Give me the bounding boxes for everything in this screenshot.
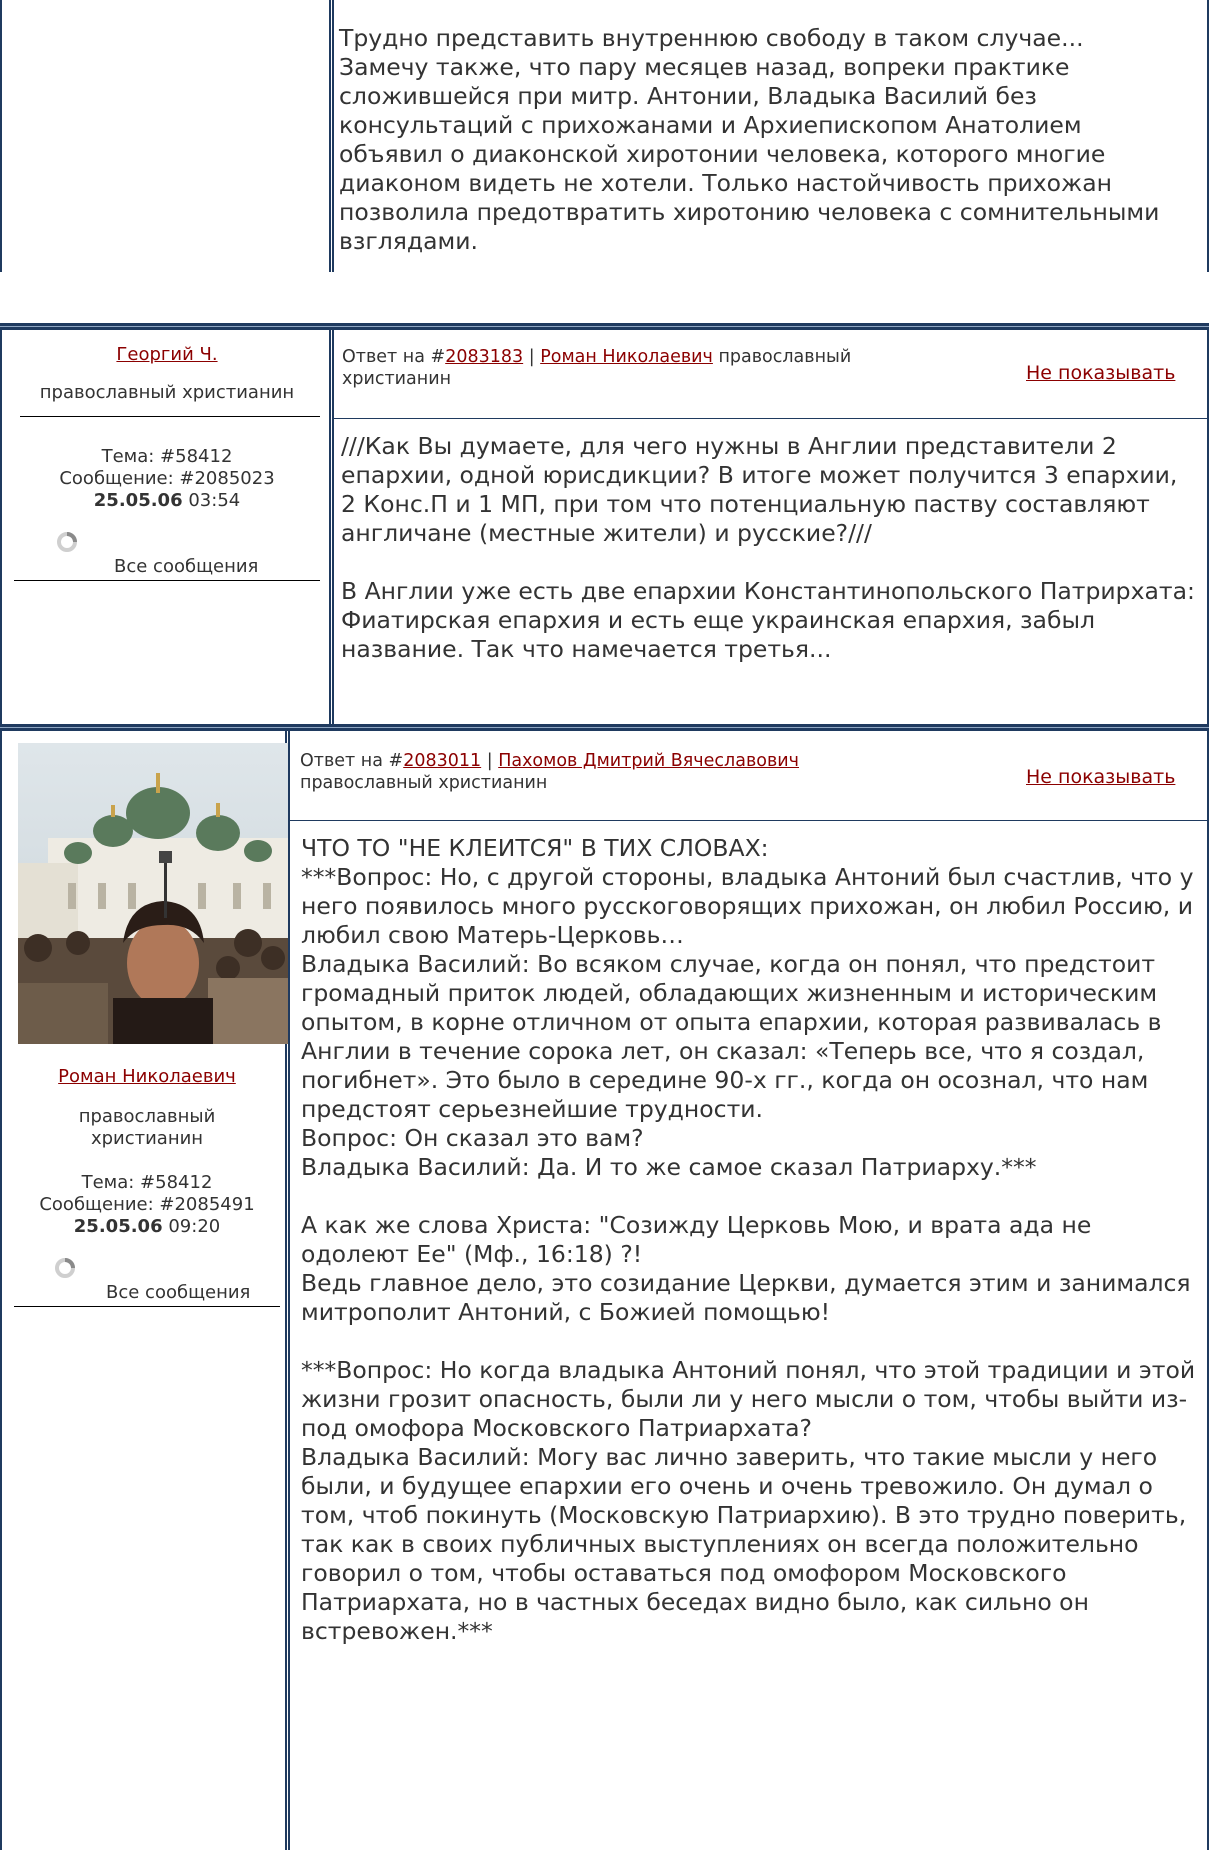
reply-author-link[interactable]: Роман Николаевич	[540, 347, 713, 367]
post-body: ЧТО ТО "НЕ КЛЕИТСЯ" В ТИХ СЛОВАХ: ***Воп…	[301, 834, 1196, 1645]
author-link[interactable]: Георгий Ч.	[12, 344, 322, 366]
hide-post-link[interactable]: Не показывать	[1026, 766, 1175, 788]
all-messages-link[interactable]: Все сообщения	[106, 1282, 250, 1303]
sidebar-underline	[14, 1306, 280, 1307]
column-divider	[329, 0, 334, 272]
reply-prefix: Ответ на #	[300, 751, 404, 771]
post-top-body: Трудно представить внутреннюю свободу в …	[339, 24, 1160, 255]
post-date-time: 03:54	[188, 490, 241, 511]
all-messages-link[interactable]: Все сообщения	[114, 556, 258, 577]
topic-number: Тема: #58412	[101, 446, 233, 467]
message-number: Сообщение: #2085023	[59, 468, 275, 489]
reply-separator: |	[523, 347, 541, 367]
column-divider	[329, 330, 334, 730]
reply-to-link[interactable]: 2083011	[403, 751, 481, 771]
header-divider	[290, 820, 1207, 821]
message-number: Сообщение: #2085491	[39, 1194, 255, 1215]
post-separator	[0, 323, 1209, 330]
reply-author-link[interactable]: Пахомов Дмитрий Вячеславович	[498, 751, 799, 771]
loading-spinner-icon	[57, 532, 77, 552]
topic-number: Тема: #58412	[81, 1172, 213, 1193]
avatar-photo	[18, 743, 288, 1044]
loading-spinner-icon	[55, 1258, 75, 1278]
post-date-day: 25.05.06	[93, 490, 183, 511]
reply-header: Ответ на #2083011 | Пахомов Дмитрий Вяче…	[300, 750, 900, 794]
author-sidebar: Георгий Ч. православный христианин	[12, 344, 322, 404]
header-divider	[334, 418, 1207, 419]
post-date: 25.05.06 09:20	[12, 1216, 282, 1238]
sidebar-underline	[14, 580, 320, 581]
post-meta: Тема: #58412 Сообщение: #2085023 25.05.0…	[12, 446, 322, 512]
reply-prefix: Ответ на #	[342, 347, 446, 367]
post-date-time: 09:20	[168, 1216, 221, 1237]
hide-post-link[interactable]: Не показывать	[1026, 362, 1175, 384]
reply-to-link[interactable]: 2083183	[445, 347, 523, 367]
post-separator	[0, 724, 1209, 731]
reply-separator: |	[481, 751, 499, 771]
reply-author-role: православный христианин	[300, 773, 548, 793]
author-role: православный христианин	[78, 1106, 216, 1149]
author-link[interactable]: Роман Николаевич	[12, 1066, 282, 1088]
post-date: 25.05.06 03:54	[12, 490, 322, 512]
post-meta: Тема: #58412 Сообщение: #2085491 25.05.0…	[12, 1172, 282, 1238]
sidebar-underline	[20, 416, 320, 417]
author-sidebar: Роман Николаевич православный христианин	[12, 1066, 282, 1150]
post-body: ///Как Вы думаете, для чего нужны в Англ…	[341, 432, 1195, 663]
post-date-day: 25.05.06	[73, 1216, 163, 1237]
avatar	[18, 743, 288, 1044]
author-role: православный христианин	[39, 382, 295, 403]
reply-header: Ответ на #2083183 | Роман Николаевич пра…	[342, 346, 942, 390]
